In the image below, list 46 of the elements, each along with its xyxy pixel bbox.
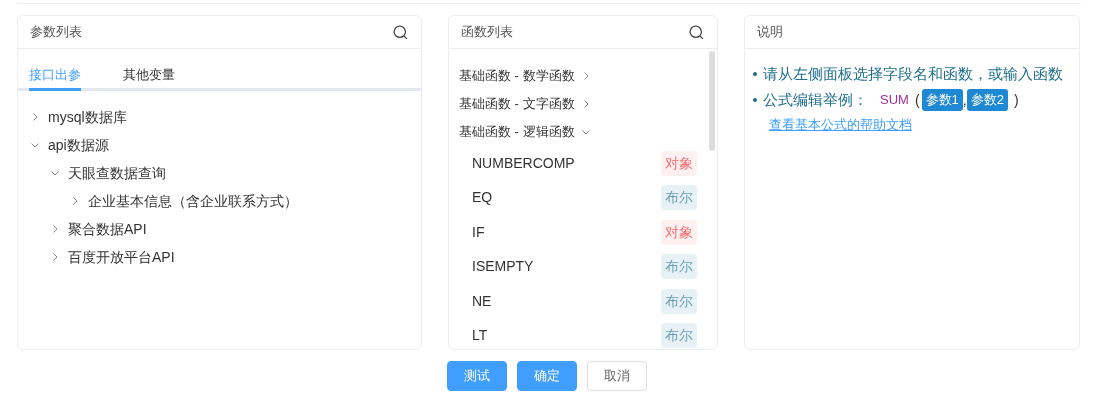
- param-tag: 参数1: [921, 89, 963, 111]
- category-item[interactable]: 基础函数 - 逻辑函数: [459, 122, 575, 142]
- type-tag: 布尔: [661, 323, 697, 349]
- tree-item[interactable]: 百度开放平台API: [68, 246, 175, 268]
- bullet-icon: [753, 72, 757, 76]
- function-item[interactable]: ISEMPTY: [472, 256, 534, 278]
- panel-title: 函数列表: [461, 23, 513, 42]
- chevron-right-icon: [50, 224, 60, 234]
- chevron-right-icon: [50, 252, 60, 262]
- tree-item[interactable]: api数据源: [48, 134, 109, 156]
- chevron-down-icon: [50, 168, 60, 178]
- category-item[interactable]: 基础函数 - 文字函数: [459, 94, 575, 114]
- chevron-down-icon: [580, 127, 591, 137]
- tree-item[interactable]: mysql数据库: [48, 106, 127, 128]
- tree-item[interactable]: 聚合数据API: [68, 218, 147, 240]
- panel-title: 参数列表: [30, 23, 82, 42]
- type-tag: 布尔: [661, 254, 697, 280]
- help-text: 请从左侧面板选择字段名和函数，或输入函数: [763, 63, 1063, 84]
- dialog-button[interactable]: 取消: [587, 361, 647, 391]
- category-item[interactable]: 基础函数 - 数学函数: [459, 66, 575, 86]
- separator: ,: [962, 90, 967, 110]
- panel-title: 说明: [757, 23, 783, 42]
- function-item[interactable]: LT: [472, 325, 488, 347]
- tab[interactable]: 其他变量: [123, 61, 175, 91]
- tree-item[interactable]: 天眼查数据查询: [68, 162, 166, 184]
- type-tag: 布尔: [661, 185, 697, 211]
- function-item[interactable]: IF: [472, 221, 485, 243]
- function-item[interactable]: NE: [472, 290, 492, 312]
- param-tag: 参数2: [966, 89, 1008, 111]
- type-tag: 对象: [661, 219, 697, 245]
- chevron-down-icon: [30, 140, 40, 150]
- tree-item[interactable]: 企业基本信息（含企业联系方式）: [88, 190, 298, 212]
- type-tag: 布尔: [661, 288, 697, 314]
- paren: (: [914, 90, 920, 110]
- type-tag: 对象: [661, 150, 697, 176]
- help-text: 公式编辑举例：: [763, 89, 868, 110]
- paren: ): [1013, 90, 1019, 110]
- search-icon[interactable]: [392, 23, 409, 41]
- chevron-right-icon: [70, 196, 80, 206]
- function-item[interactable]: EQ: [472, 187, 493, 209]
- search-icon[interactable]: [688, 23, 705, 41]
- scrollbar-thumb[interactable]: [709, 51, 715, 151]
- function-name: SUM: [880, 91, 909, 110]
- function-item[interactable]: NUMBERCOMP: [472, 152, 575, 174]
- bullet-icon: [753, 98, 757, 102]
- chevron-right-icon: [30, 112, 40, 122]
